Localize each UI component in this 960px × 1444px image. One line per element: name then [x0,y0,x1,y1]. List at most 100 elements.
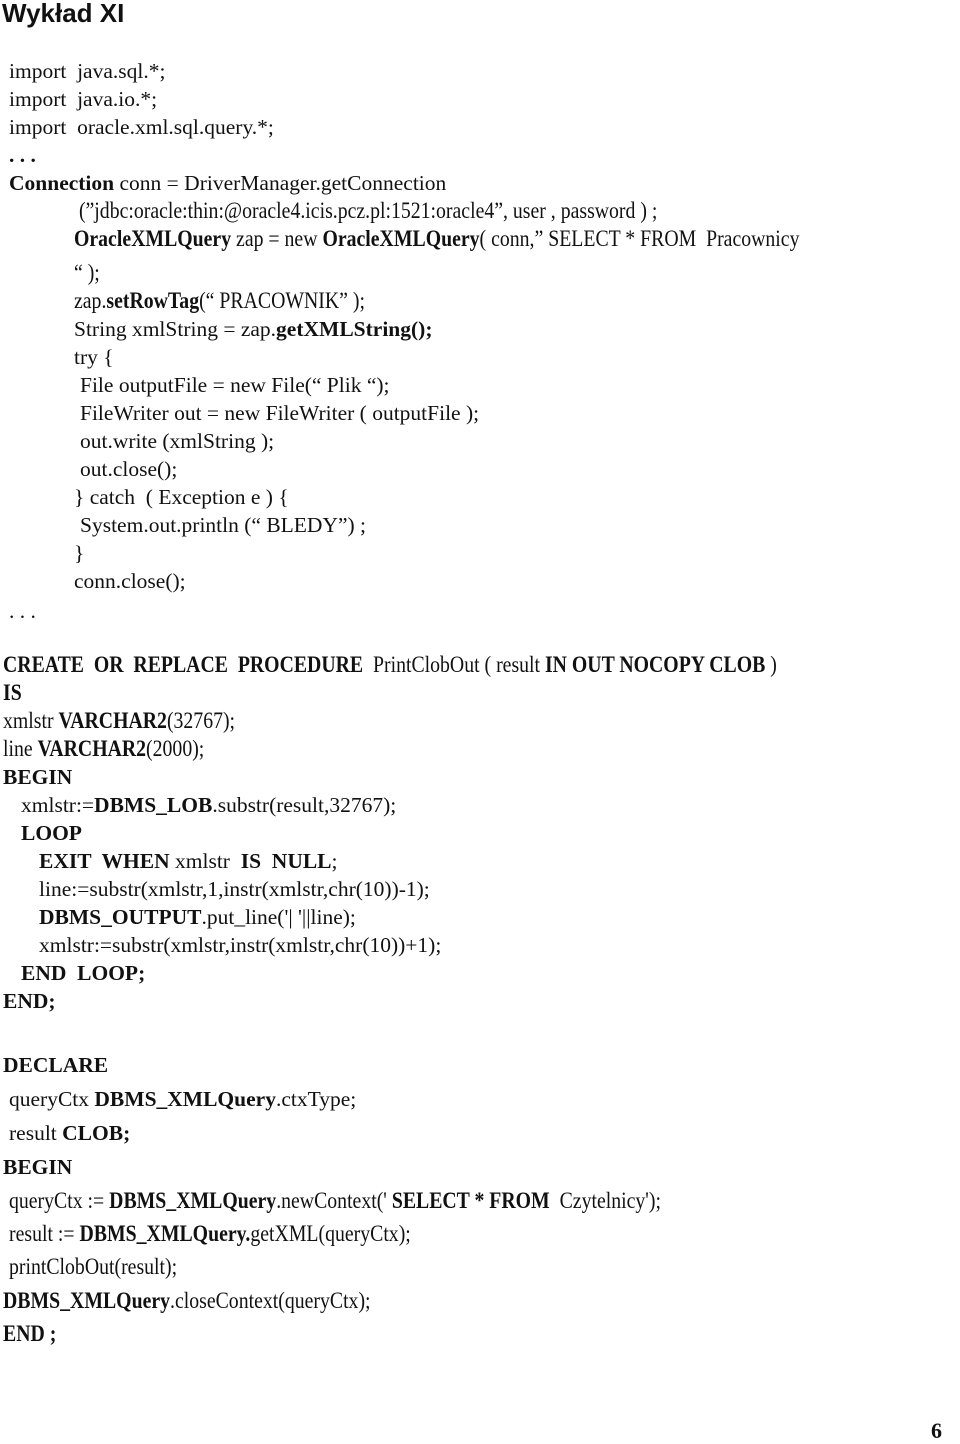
code-keyword: IS NULL [240,849,332,873]
code-line: DECLARE [3,1052,108,1078]
code-text: result [9,1121,63,1145]
code-keyword: CREATE OR REPLACE PROCEDURE [3,652,364,677]
code-line: out.write (xmlString ); [80,428,274,454]
code-text: zap = new [231,226,323,251]
code-text: PrintClobOut ( result [363,652,545,677]
code-text: out.write (xmlString ); [80,429,275,453]
code-line: import java.sql.*; [9,58,165,84]
code-text: } [74,541,85,565]
code-line: printClobOut(result); [9,1254,177,1280]
code-text: String xmlString = zap. [74,317,277,341]
code-text: .newContext(' [276,1188,392,1213]
code-line: . . . [9,142,36,168]
code-text: ; [331,849,338,873]
code-line: LOOP [21,820,82,846]
code-keyword: END; [3,989,56,1013]
code-keyword: CLOB; [62,1121,131,1145]
code-line: END; [3,988,56,1014]
code-line: . . . [9,598,36,624]
code-text: Czytelnicy'); [549,1188,661,1213]
code-text: ) [765,652,777,677]
code-line: result := DBMS_XMLQuery.getXML(queryCtx)… [9,1221,411,1247]
code-keyword: DBMS_LOB [94,793,213,817]
code-keyword: setRowTag [106,288,200,313]
code-text: } catch ( Exception e ) { [74,485,289,509]
code-line: END ; [3,1321,56,1347]
code-line: “ ); [74,260,100,286]
code-text: (2000); [146,736,205,761]
code-line: EXIT WHEN xmlstr IS NULL; [39,848,338,874]
code-text: conn = DriverManager.getConnection [114,171,447,195]
code-text: (32767); [166,708,236,733]
code-text: .put_line('| '||line); [201,905,356,929]
code-keyword: VARCHAR2 [58,708,167,733]
code-keyword: OracleXMLQuery [322,226,480,251]
code-line: import oracle.xml.sql.query.*; [9,114,274,140]
code-text: ( conn,” SELECT * FROM Pracownicy [479,226,800,251]
code-text: xmlstr [3,708,59,733]
code-line: String xmlString = zap.getXMLString(); [74,316,432,342]
code-line: conn.close(); [74,568,186,594]
code-keyword: DBMS_XMLQuery. [79,1221,251,1246]
code-text: result := [9,1221,80,1246]
code-line: END LOOP; [21,960,145,986]
code-text: . . . [9,599,36,623]
code-keyword: END LOOP; [21,961,146,985]
code-keyword: DBMS_XMLQuery [109,1188,277,1213]
code-line: CREATE OR REPLACE PROCEDURE PrintClobOut… [3,652,777,678]
code-keyword: getXMLString(); [276,317,433,341]
code-keyword: DBMS_XMLQuery [94,1087,276,1111]
code-keyword: DBMS_XMLQuery [3,1288,171,1313]
code-line: result CLOB; [9,1120,130,1146]
code-keyword: DECLARE [3,1053,109,1077]
code-line: OracleXMLQuery zap = new OracleXMLQuery(… [74,226,799,252]
code-line: (”jdbc:oracle:thin:@oracle4.icis.pcz.pl:… [74,198,657,224]
code-text: queryCtx [9,1087,95,1111]
code-keyword: IS [3,680,22,705]
code-text: xmlstr [169,849,241,873]
code-text: (“ PRACOWNIK” ); [199,288,365,313]
code-keyword: LOOP [21,821,82,845]
code-text: conn.close(); [74,569,186,593]
code-text: .ctxType; [275,1087,357,1111]
code-keyword: EXIT WHEN [39,849,170,873]
code-text: getXML(queryCtx); [250,1221,411,1246]
code-text: try { [74,345,114,369]
page-title: Wykład XI [2,0,125,28]
code-line: DBMS_OUTPUT.put_line('| '||line); [39,904,356,930]
code-keyword: Connection [9,171,115,195]
code-text: .substr(result,32767); [212,793,397,817]
code-line: IS [3,680,22,706]
code-line: DBMS_XMLQuery.closeContext(queryCtx); [3,1288,371,1314]
code-line: FileWriter out = new FileWriter ( output… [80,400,479,426]
code-keyword: BEGIN [3,1155,73,1179]
code-line: line VARCHAR2(2000); [3,736,204,762]
code-keyword: DBMS_OUTPUT [39,905,202,929]
code-line: queryCtx DBMS_XMLQuery.ctxType; [9,1086,356,1112]
code-line: queryCtx := DBMS_XMLQuery.newContext(' S… [9,1188,661,1214]
code-keyword: VARCHAR2 [37,736,147,761]
code-text: File outputFile = new File(“ Plik “); [80,373,390,397]
code-text: System.out.println (“ BLEDY”) ; [80,513,367,537]
code-line: import java.io.*; [9,86,157,112]
code-line: xmlstr VARCHAR2(32767); [3,708,235,734]
code-keyword: BEGIN [3,765,73,789]
code-keyword: SELECT * FROM [391,1188,550,1213]
code-line: try { [74,344,114,370]
code-line: System.out.println (“ BLEDY”) ; [80,512,366,538]
code-keyword: OracleXMLQuery [74,226,232,251]
code-line: } [74,540,84,566]
code-text: queryCtx := [9,1188,110,1213]
code-text: FileWriter out = new FileWriter ( output… [80,401,480,425]
code-text: out.close(); [80,457,178,481]
code-text: (”jdbc:oracle:thin:@oracle4.icis.pcz.pl:… [74,198,658,223]
code-text: xmlstr:= [21,793,95,817]
page-number: 6 [931,1418,942,1443]
code-text: line:=substr(xmlstr,1,instr(xmlstr,chr(1… [39,877,430,901]
code-line: out.close(); [80,456,177,482]
code-line: } catch ( Exception e ) { [74,484,289,510]
code-text: line [3,736,38,761]
code-line: xmlstr:=DBMS_LOB.substr(result,32767); [21,792,396,818]
code-text: import oracle.xml.sql.query.*; [9,115,274,139]
code-line: xmlstr:=substr(xmlstr,instr(xmlstr,chr(1… [39,932,441,958]
